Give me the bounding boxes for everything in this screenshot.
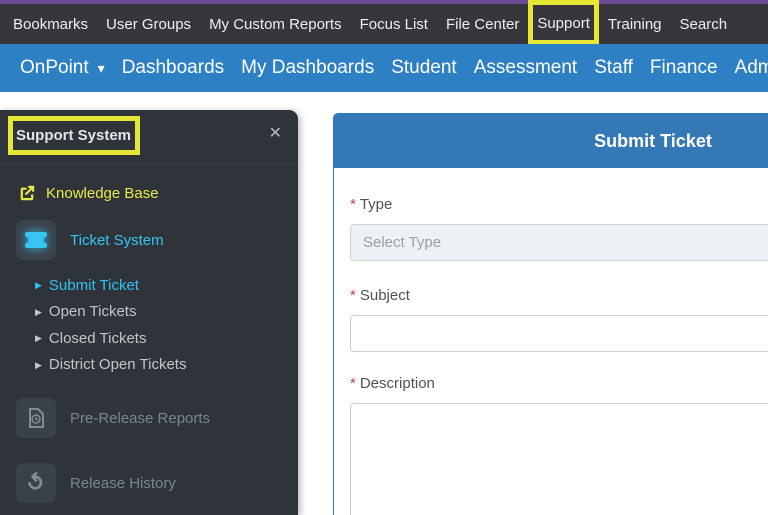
submit-ticket-header: Submit Ticket: [334, 114, 768, 168]
nav-item-dashboards[interactable]: Dashboards: [122, 57, 224, 79]
knowledge-base-link[interactable]: Knowledge Base: [16, 176, 282, 208]
submenu-item-district-open-tickets[interactable]: ▶ District Open Tickets: [35, 352, 282, 379]
pre-release-reports-icon: [16, 398, 56, 438]
required-marker: *: [350, 287, 356, 304]
menu-item-training[interactable]: Training: [608, 16, 662, 33]
close-icon[interactable]: ✕: [269, 126, 282, 142]
menu-item-bookmarks[interactable]: Bookmarks: [13, 16, 88, 33]
support-panel-title: Support System: [16, 127, 132, 144]
description-textarea[interactable]: [350, 403, 768, 515]
submit-ticket-panel: Submit Ticket * Type Select Type * Subject…: [333, 113, 768, 515]
field-label-text: Description: [359, 375, 435, 392]
support-system-panel: Support System ✕ Knowledge Base Ticket S…: [0, 110, 298, 515]
subject-input[interactable]: [350, 315, 768, 352]
nav-item-administration[interactable]: Administration: [735, 57, 768, 79]
menu-item-file-center[interactable]: File Center: [446, 16, 519, 33]
menu-item-search[interactable]: Search: [680, 16, 728, 33]
submenu-item-submit-ticket[interactable]: ▶ Submit Ticket: [35, 272, 282, 299]
submenu-item-open-tickets[interactable]: ▶ Open Tickets: [35, 299, 282, 326]
primary-nav-bar: OnPoint ▾ Dashboards My Dashboards Stude…: [0, 44, 768, 92]
release-history-label: Release History: [70, 474, 176, 492]
support-panel-body: Knowledge Base Ticket System ▶ Submit Ti…: [0, 164, 298, 503]
submenu-arrow-icon: ▶: [35, 333, 42, 344]
app-viewport: Bookmarks User Groups My Custom Reports …: [0, 0, 768, 515]
required-marker: *: [350, 375, 356, 392]
menu-item-focus-list[interactable]: Focus List: [360, 16, 428, 33]
ticket-system-submenu: ▶ Submit Ticket ▶ Open Tickets ▶ Closed …: [35, 272, 282, 378]
description-field-label: * Description: [350, 375, 768, 392]
pre-release-reports-label: Pre-Release Reports: [70, 409, 211, 427]
menu-item-support[interactable]: Support: [537, 15, 590, 32]
submenu-arrow-icon: ▶: [35, 359, 42, 370]
submenu-arrow-icon: ▶: [35, 306, 42, 317]
nav-item-staff[interactable]: Staff: [594, 57, 633, 79]
field-label-text: Subject: [359, 287, 410, 304]
panel-title: Submit Ticket: [594, 130, 712, 151]
required-marker: *: [350, 196, 356, 213]
caret-down-icon: ▾: [97, 59, 105, 76]
external-link-icon: [18, 184, 36, 202]
submenu-label: District Open Tickets: [48, 356, 187, 374]
type-select-placeholder: Select Type: [363, 234, 442, 251]
submenu-arrow-icon: ▶: [35, 280, 42, 291]
type-field-label: * Type: [350, 196, 768, 213]
pre-release-reports-item[interactable]: Pre-Release Reports: [16, 398, 282, 438]
brand-menu-onpoint[interactable]: OnPoint ▾: [20, 57, 105, 79]
submit-ticket-form: * Type Select Type * Subject * Description: [334, 168, 768, 515]
type-select[interactable]: Select Type: [350, 224, 768, 261]
menu-item-my-custom-reports[interactable]: My Custom Reports: [209, 16, 342, 33]
history-icon: ↺: [16, 463, 56, 503]
support-panel-header: Support System ✕: [0, 110, 298, 164]
ticket-icon: [16, 220, 56, 260]
submenu-label: Submit Ticket: [48, 276, 139, 294]
field-label-text: Type: [359, 196, 393, 213]
nav-item-my-dashboards[interactable]: My Dashboards: [241, 57, 374, 79]
brand-label: OnPoint: [20, 57, 89, 78]
nav-item-assessment[interactable]: Assessment: [474, 57, 577, 79]
submenu-label: Closed Tickets: [48, 329, 147, 347]
subject-field-label: * Subject: [350, 287, 768, 304]
release-history-item[interactable]: ↺ Release History: [16, 463, 282, 503]
menu-item-user-groups[interactable]: User Groups: [106, 16, 191, 33]
knowledge-base-label: Knowledge Base: [46, 184, 159, 202]
submenu-item-closed-tickets[interactable]: ▶ Closed Tickets: [35, 325, 282, 352]
submenu-label: Open Tickets: [48, 303, 137, 321]
ticket-system-item[interactable]: Ticket System: [16, 220, 282, 260]
top-menu-bar: Bookmarks User Groups My Custom Reports …: [0, 0, 768, 45]
nav-item-finance[interactable]: Finance: [650, 57, 718, 79]
ticket-system-label: Ticket System: [70, 231, 164, 249]
nav-item-student[interactable]: Student: [391, 57, 457, 79]
